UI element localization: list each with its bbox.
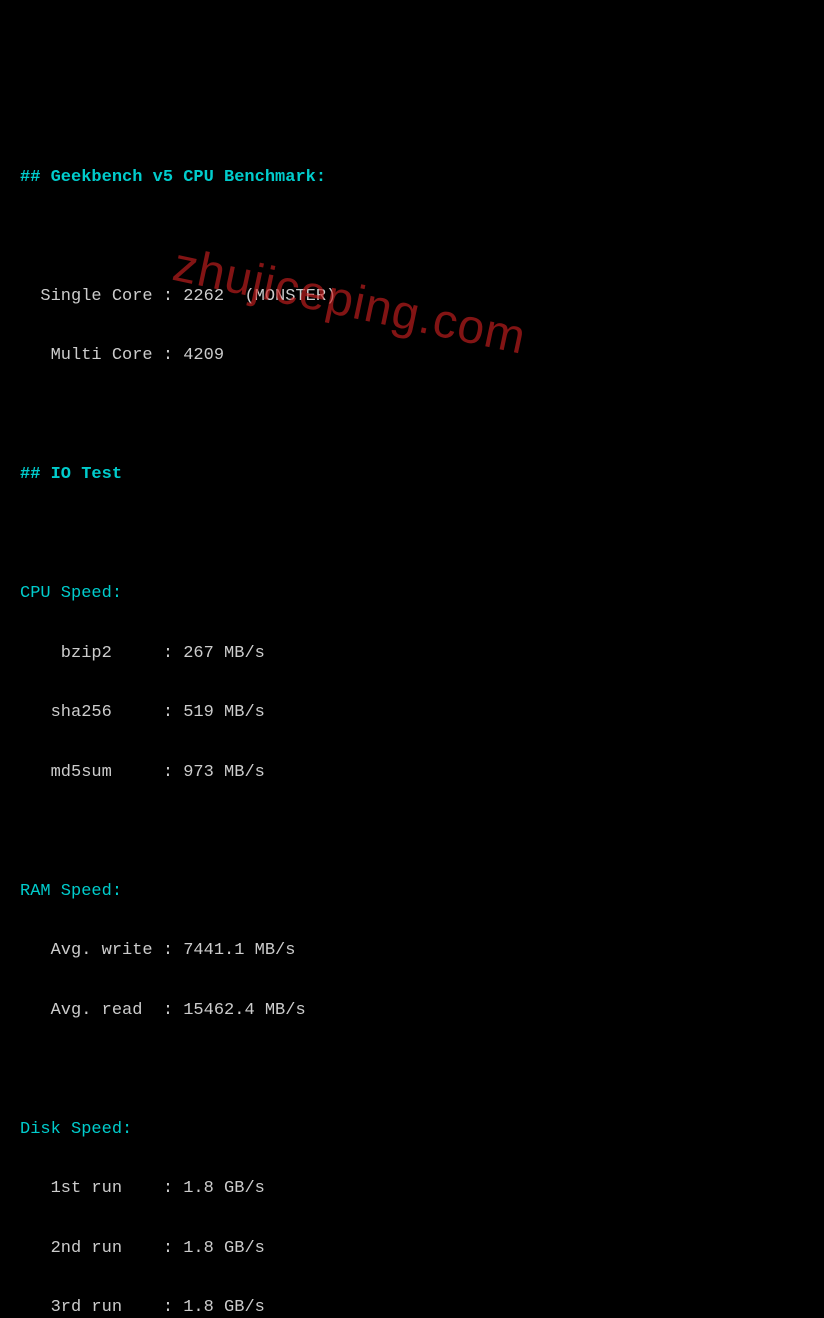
disk-speed-header: Disk Speed: <box>20 1120 132 1139</box>
bzip2-label: bzip2 <box>20 644 153 663</box>
single-core-label: Single Core <box>20 287 153 306</box>
disk-run1-value: 1.8 GB/s <box>183 1179 265 1198</box>
ram-read-value: 15462.4 MB/s <box>183 1001 305 1020</box>
disk-run3-value: 1.8 GB/s <box>183 1298 265 1317</box>
disk-run1-label: 1st run <box>20 1179 153 1198</box>
multi-core-label: Multi Core <box>20 346 153 365</box>
md5sum-value: 973 MB/s <box>183 763 265 782</box>
ram-speed-header: RAM Speed: <box>20 882 122 901</box>
disk-run3-label: 3rd run <box>20 1298 153 1317</box>
ram-write-label: Avg. write <box>20 941 153 960</box>
ram-write-value: 7441.1 MB/s <box>183 941 295 960</box>
terminal-output: ## Geekbench v5 CPU Benchmark: Single Co… <box>20 133 804 1318</box>
cpu-speed-header: CPU Speed: <box>20 584 122 603</box>
sha256-label: sha256 <box>20 703 153 722</box>
disk-run2-value: 1.8 GB/s <box>183 1239 265 1258</box>
geekbench-header: ## Geekbench v5 CPU Benchmark: <box>20 168 326 187</box>
disk-run2-label: 2nd run <box>20 1239 153 1258</box>
iotest-header: ## IO Test <box>20 465 122 484</box>
sha256-value: 519 MB/s <box>183 703 265 722</box>
bzip2-value: 267 MB/s <box>183 644 265 663</box>
ram-read-label: Avg. read <box>20 1001 153 1020</box>
md5sum-label: md5sum <box>20 763 153 782</box>
single-core-value: 2262 (MONSTER) <box>183 287 336 306</box>
multi-core-value: 4209 <box>183 346 224 365</box>
